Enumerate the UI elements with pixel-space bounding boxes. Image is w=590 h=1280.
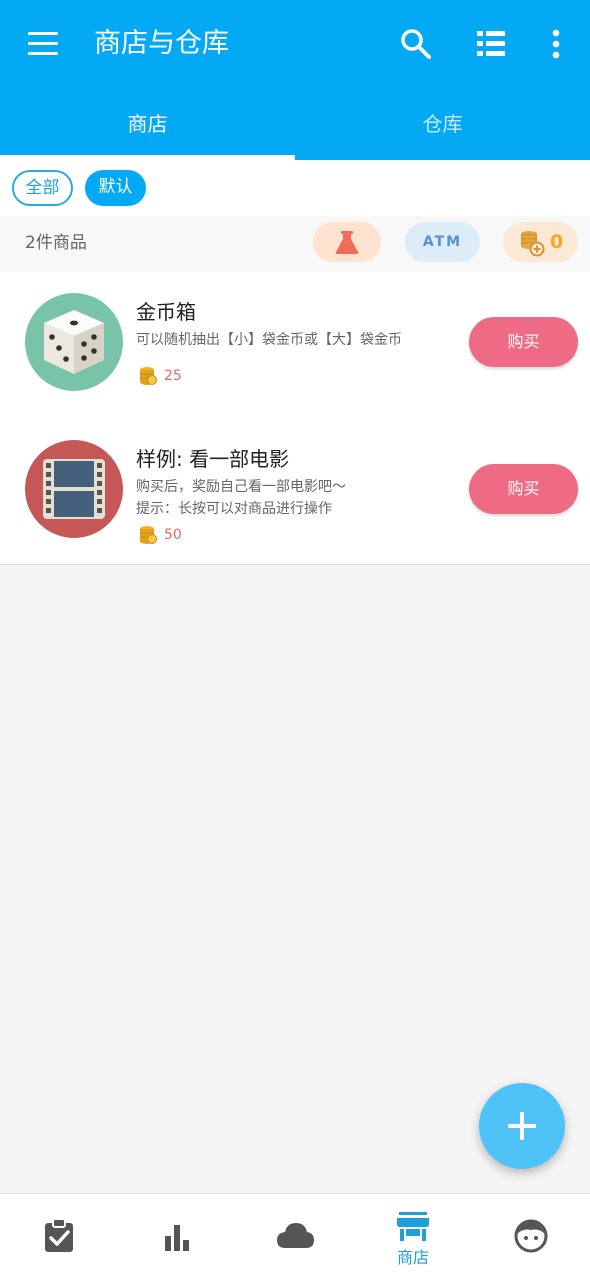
goods-list: 金币箱 可以随机抽出【小】袋金币或【大】袋金币 25 购买 样例: 看一部电影 … xyxy=(0,272,590,565)
filter-chip-all[interactable]: 全部 xyxy=(12,170,73,206)
nav-tasks[interactable] xyxy=(0,1194,118,1280)
more-vert-icon[interactable] xyxy=(542,26,570,62)
goods-description: 购买后，奖励自己看一部电影吧～ xyxy=(136,479,346,495)
goods-name: 样例: 看一部电影 xyxy=(136,447,290,471)
list-item[interactable]: 样例: 看一部电影 购买后，奖励自己看一部电影吧～ 提示：长按可以对商品进行操作… xyxy=(0,419,590,565)
list-view-icon[interactable] xyxy=(472,26,510,62)
nav-profile[interactable] xyxy=(472,1194,590,1280)
dice-icon xyxy=(25,293,123,391)
buy-button[interactable]: 购买 xyxy=(469,464,578,514)
flask-icon xyxy=(335,231,359,254)
toolbar: 商店与仓库 xyxy=(0,0,590,88)
coin-balance: 0 xyxy=(550,231,564,253)
bar-chart-icon xyxy=(165,1225,189,1251)
face-icon xyxy=(514,1219,548,1253)
filter-chip-row: 全部 默认 xyxy=(0,160,590,216)
cloud-icon xyxy=(277,1223,314,1248)
potion-button[interactable] xyxy=(313,222,381,262)
coin-balance-button[interactable]: 0 xyxy=(503,222,578,262)
film-strip-icon xyxy=(25,440,123,538)
filter-chip-default[interactable]: 默认 xyxy=(85,170,146,206)
app-bar: 商店与仓库 商店 仓库 xyxy=(0,0,590,160)
price-value: 25 xyxy=(164,368,182,384)
tab-shop[interactable]: 商店 xyxy=(0,88,295,160)
goods-price: 25 xyxy=(138,365,182,387)
buy-button[interactable]: 购买 xyxy=(469,317,578,367)
atm-button[interactable]: ATM xyxy=(405,222,480,262)
nav-store-label: 商店 xyxy=(396,1248,429,1267)
nav-cloud[interactable] xyxy=(236,1194,354,1280)
price-value: 50 xyxy=(164,527,182,543)
bottom-nav: 商店 xyxy=(0,1193,590,1280)
goods-name: 金币箱 xyxy=(136,300,196,324)
goods-hint: 提示：长按可以对商品进行操作 xyxy=(136,501,332,517)
goods-price: 50 xyxy=(138,524,182,546)
hamburger-menu-icon[interactable] xyxy=(22,24,64,64)
plus-icon xyxy=(508,1112,536,1140)
coin-stack-add-icon xyxy=(521,231,545,257)
store-icon xyxy=(397,1212,429,1241)
item-count: 2件商品 xyxy=(25,233,87,253)
clipboard-check-icon xyxy=(45,1218,73,1252)
goods-description: 可以随机抽出【小】袋金币或【大】袋金币 xyxy=(136,332,402,348)
list-item[interactable]: 金币箱 可以随机抽出【小】袋金币或【大】袋金币 25 购买 xyxy=(0,272,590,418)
coin-icon xyxy=(140,367,157,385)
page-title: 商店与仓库 xyxy=(94,28,229,59)
search-icon[interactable] xyxy=(398,26,434,62)
nav-stats[interactable] xyxy=(118,1194,236,1280)
coin-icon xyxy=(140,526,157,544)
tab-warehouse[interactable]: 仓库 xyxy=(295,88,590,160)
summary-row: 2件商品 ATM 0 xyxy=(0,216,590,272)
add-goods-button[interactable] xyxy=(479,1083,565,1169)
nav-store[interactable]: 商店 xyxy=(354,1194,472,1280)
